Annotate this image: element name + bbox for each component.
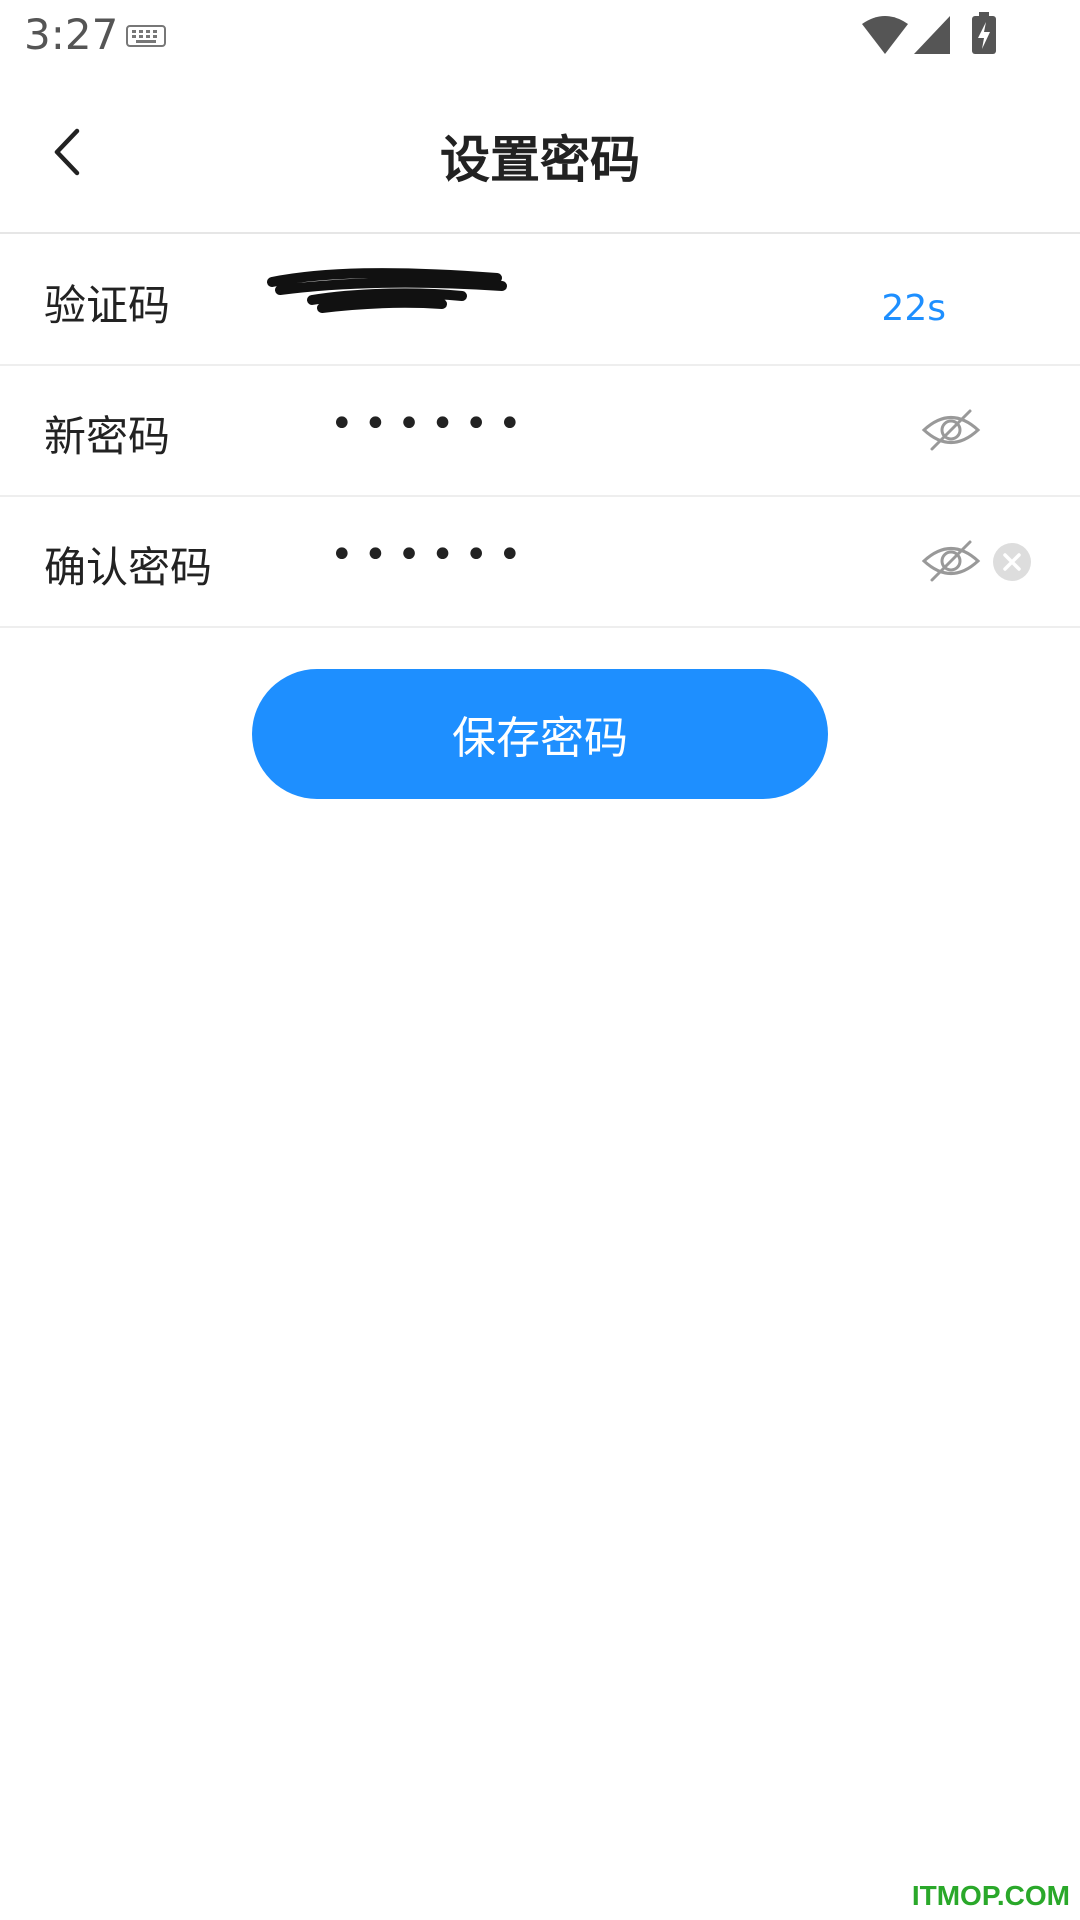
- verification-code-row: 验证码 22s: [0, 234, 1080, 366]
- status-bar: 3:27: [0, 0, 1080, 72]
- page-title: 设置密码: [440, 131, 640, 189]
- app-bar: 设置密码: [0, 72, 1080, 234]
- new-password-row: 新密码 ••••••: [0, 365, 1080, 497]
- eye-off-icon[interactable]: [920, 538, 982, 584]
- battery-charging-icon: [972, 12, 996, 54]
- signal-icon: [914, 16, 950, 54]
- clear-icon[interactable]: [992, 542, 1032, 582]
- confirm-password-input[interactable]: ••••••: [330, 532, 532, 578]
- eye-off-icon[interactable]: [920, 407, 982, 453]
- confirm-password-row: 确认密码 ••••••: [0, 496, 1080, 628]
- save-password-button[interactable]: 保存密码: [252, 669, 828, 799]
- status-time: 3:27: [24, 10, 119, 59]
- redaction-scribble: [267, 268, 507, 313]
- confirm-password-label: 确认密码: [44, 543, 213, 592]
- wifi-icon: [862, 16, 908, 54]
- new-password-label: 新密码: [44, 412, 171, 461]
- watermark: ITMOP.COM: [911, 1880, 1070, 1911]
- resend-countdown[interactable]: 22s: [881, 288, 946, 329]
- verification-code-label: 验证码: [44, 281, 171, 330]
- new-password-input[interactable]: ••••••: [330, 401, 532, 447]
- keyboard-icon: [126, 25, 166, 47]
